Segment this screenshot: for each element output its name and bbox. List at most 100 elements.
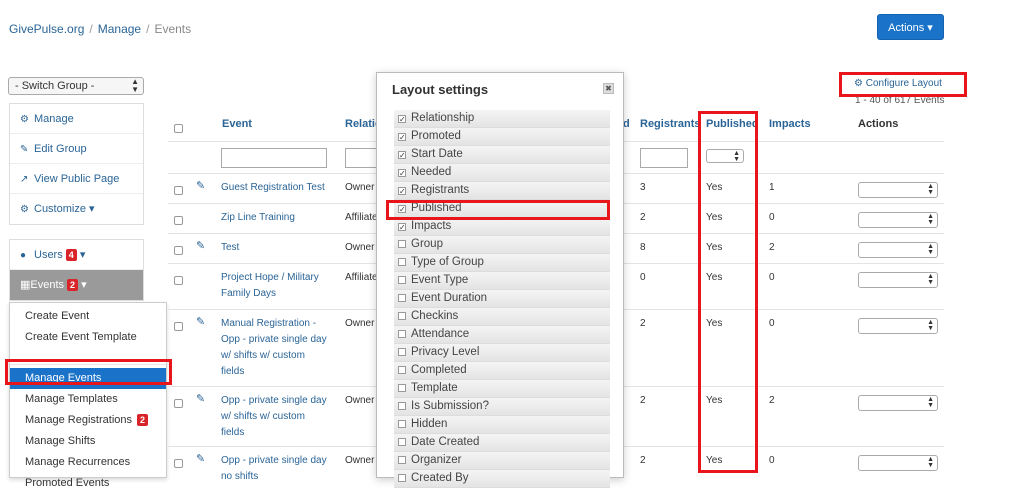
layout-option[interactable]: Is Submission? [394,398,610,416]
checkbox-checked-icon[interactable]: ✓ [398,169,406,178]
column-header-event[interactable]: Event [222,118,252,130]
layout-option[interactable]: ✓ Start Date [394,146,610,164]
checkbox-checked-icon[interactable]: ✓ [398,133,406,142]
layout-option[interactable]: Event Duration [394,290,610,308]
close-icon[interactable]: ✖ [603,83,614,94]
breadcrumb-givepulse[interactable]: GivePulse.org [9,22,84,36]
row-actions-select[interactable]: ▲ ▼ [858,455,938,471]
layout-option[interactable]: Group [394,236,610,254]
pencil-icon[interactable]: ✎ [196,179,205,192]
row-checkbox[interactable] [174,186,183,195]
actions-button[interactable]: Actions ▾ [877,14,944,40]
layout-option[interactable]: Date Created [394,434,610,452]
layout-option[interactable]: ✓ Relationship [394,110,610,128]
event-name-link[interactable]: Opp - private single day w/ shifts w/ cus… [221,393,336,441]
layout-option[interactable]: Template [394,380,610,398]
layout-option[interactable]: Event Type [394,272,610,290]
row-actions-select[interactable]: ▲ ▼ [858,318,938,334]
layout-option[interactable]: Completed [394,362,610,380]
row-checkbox[interactable] [174,276,183,285]
event-name-link[interactable]: Manual Registration - Opp - private singl… [221,316,336,380]
row-actions-select[interactable]: ▲ ▼ [858,242,938,258]
checkbox-checked-icon[interactable]: ✓ [398,187,406,196]
checkbox-icon[interactable] [398,438,406,446]
event-name-link[interactable]: Guest Registration Test [221,180,336,196]
checkbox-checked-icon[interactable]: ✓ [398,151,406,160]
checkbox-icon[interactable] [398,294,406,302]
layout-option[interactable]: ✓ Promoted [394,128,610,146]
sidebar-item-customize[interactable]: ⚙ Customize ▾ [10,194,143,224]
row-actions-select[interactable]: ▲ ▼ [858,272,938,288]
layout-option[interactable]: ✓ Impacts [394,218,610,236]
layout-option[interactable]: Checkins [394,308,610,326]
sidebar-item-view-public-page[interactable]: ↗ View Public Page [10,164,143,194]
checkbox-icon[interactable] [398,456,406,464]
layout-option[interactable]: Privacy Level [394,344,610,362]
row-checkbox[interactable] [174,459,183,468]
checkbox-icon[interactable] [398,474,406,482]
registrants-filter-input[interactable] [640,148,688,168]
menu-item-create-event-template[interactable]: Create Event Template [10,327,166,348]
row-checkbox[interactable] [174,246,183,255]
breadcrumb-manage[interactable]: Manage [98,22,141,36]
checkbox-icon[interactable] [398,258,406,266]
layout-option[interactable]: Created By [394,470,610,488]
impacts-cell: 1 [769,182,775,193]
pencil-icon[interactable]: ✎ [196,392,205,405]
checkbox-icon[interactable] [398,330,406,338]
switch-group-select[interactable]: - Switch Group - ▲ ▼ [8,77,144,95]
checkbox-icon[interactable] [398,240,406,248]
event-name-link[interactable]: Test [221,240,336,256]
event-name-link[interactable]: Project Hope / Military Family Days [221,270,336,302]
menu-item-manage-registrations[interactable]: Manage Registrations 2 [10,410,166,431]
checkbox-icon[interactable] [398,312,406,320]
event-name-line: Opp - private single day [221,334,327,345]
column-header-impacts[interactable]: Impacts [769,118,811,130]
layout-option[interactable]: Hidden [394,416,610,434]
pencil-icon[interactable]: ✎ [196,315,205,328]
row-checkbox[interactable] [174,322,183,331]
layout-settings-modal: Layout settings ✖ ✓ Relationship ✓ Promoted… [376,72,624,488]
event-name-line: w/ shifts w/ custom [221,350,305,361]
row-actions-select[interactable]: ▲ ▼ [858,212,938,228]
sidebar-item-events[interactable]: ▦Events 2 ▾ [10,270,143,300]
menu-item-manage-templates[interactable]: Manage Templates [10,389,166,410]
checkbox-icon[interactable] [398,276,406,284]
layout-option[interactable]: ✓ Registrants [394,182,610,200]
row-actions-select[interactable]: ▲ ▼ [858,182,938,198]
sidebar-item-users[interactable]: ● Users 4 ▾ [10,240,143,270]
checkbox-checked-icon[interactable]: ✓ [398,223,406,232]
checkbox-icon[interactable] [398,384,406,392]
switch-group-value: - Switch Group - [15,80,95,92]
relationship-filter-input[interactable] [345,148,377,168]
event-filter-input[interactable] [221,148,327,168]
checkbox-checked-icon[interactable]: ✓ [398,115,406,124]
row-actions-select[interactable]: ▲ ▼ [858,395,938,411]
select-all-checkbox[interactable] [174,124,183,133]
menu-item-create-event[interactable]: Create Event [10,306,166,327]
checkbox-icon[interactable] [398,402,406,410]
layout-option[interactable]: Attendance [394,326,610,344]
event-name-link[interactable]: Zip Line Training [221,210,336,226]
row-checkbox[interactable] [174,216,183,225]
event-name-link[interactable]: Opp - private single day no shifts [221,453,336,485]
menu-item-manage-shifts[interactable]: Manage Shifts [10,431,166,452]
checkbox-icon[interactable] [398,348,406,356]
layout-option[interactable]: Organizer [394,452,610,470]
checkbox-icon[interactable] [398,420,406,428]
menu-item-manage-recurrences[interactable]: Manage Recurrences [10,452,166,473]
sidebar-item-edit-group[interactable]: ✎ Edit Group [10,134,143,164]
event-name-line: w/ shifts w/ custom [221,411,305,422]
sidebar-item-manage[interactable]: ⚙ Manage [10,104,143,134]
layout-option[interactable]: Type of Group [394,254,610,272]
column-header-registrants[interactable]: Registrants [640,118,701,130]
checkbox-icon[interactable] [398,366,406,374]
pencil-icon[interactable]: ✎ [196,452,205,465]
column-header-needed[interactable]: d [623,118,630,130]
layout-option-label: Organizer [411,454,462,466]
layout-option[interactable]: ✓ Needed [394,164,610,182]
pencil-icon[interactable]: ✎ [196,239,205,252]
row-checkbox[interactable] [174,399,183,408]
menu-item-promoted-events[interactable]: Promoted Events [10,473,166,494]
breadcrumb-current: Events [154,22,192,36]
